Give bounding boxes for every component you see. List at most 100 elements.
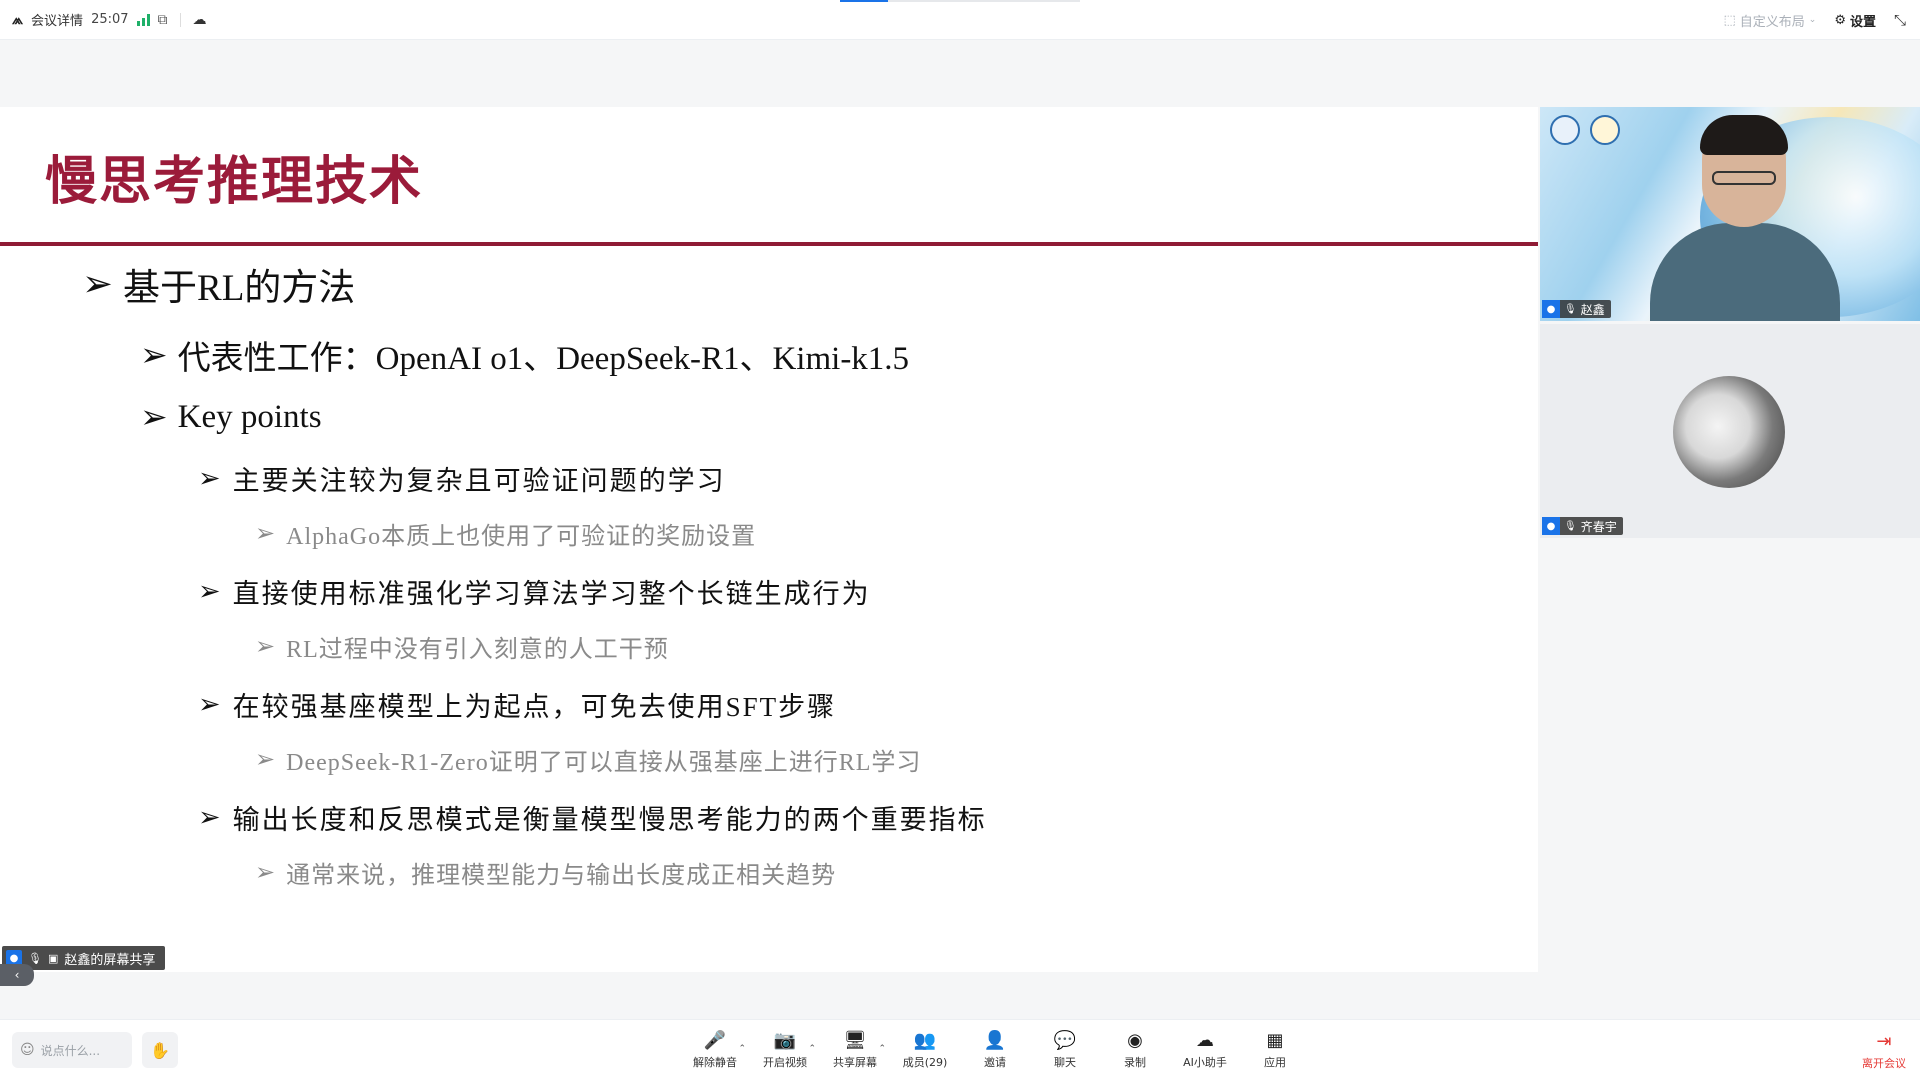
chevron-down-icon: ⌄ [1808, 15, 1817, 25]
participant-video-feed [1650, 115, 1840, 321]
participant-name-tag: ● 🎙 赵鑫 [1542, 300, 1611, 318]
screen-share-icon: ▣ [47, 951, 59, 965]
arrow-bullet-icon: ➢ [255, 860, 277, 886]
bullet-text: 基于RL的方法 [123, 268, 356, 309]
invite-icon: 👤 [983, 1030, 1007, 1051]
arrow-bullet-icon: ➢ [140, 400, 168, 436]
screen-share-label: 赵鑫的屏幕共享 [64, 952, 156, 968]
person-body [1650, 223, 1840, 321]
bullet-l3: ➢ 直接使用标准强化学习算法学习整个长链生成行为 [198, 572, 871, 611]
control-chat-button[interactable]: 💬 聊天 [1030, 1020, 1100, 1081]
collapse-toolbar-button[interactable]: ‹ [0, 964, 34, 986]
participant-name: 赵鑫 [1580, 302, 1605, 317]
control-label: 共享屏幕 [833, 1056, 877, 1069]
control-share-screen-button[interactable]: 🖥 共享屏幕 ⌃ [820, 1020, 890, 1081]
chat-icon: 💬 [1053, 1030, 1077, 1051]
custom-layout-label: 自定义布局 [1739, 14, 1805, 30]
mic-muted-icon: 🎙 [1564, 520, 1577, 532]
settings-label: 设置 [1849, 14, 1876, 30]
members-icon: 👥 [913, 1030, 937, 1051]
bullet-l4: ➢ DeepSeek-R1-Zero证明了可以直接从强基座上进行RL学习 [255, 742, 921, 777]
share-screen-icon: 🖥 [843, 1030, 867, 1051]
participant-video-tile[interactable]: ● 🎙 齐春宇 [1540, 324, 1920, 538]
bullet-text: 直接使用标准强化学习算法学习整个长链生成行为 [232, 579, 871, 609]
bullet-text: 主要关注较为复杂且可验证问题的学习 [232, 466, 726, 496]
person-hair [1700, 115, 1788, 155]
bullet-l3: ➢ 输出长度和反思模式是衡量模型慢思考能力的两个重要指标 [198, 798, 987, 837]
control-mic-off-button[interactable]: 🎤 解除静音 ⌃ [680, 1020, 750, 1081]
control-label: 邀请 [984, 1056, 1006, 1069]
mic-off-icon: 🎤 [703, 1030, 727, 1051]
popout-icon[interactable]: ⧉ [158, 12, 168, 28]
hand-icon: ✋ [150, 1040, 170, 1060]
bullet-l4: ➢ AlphaGo本质上也使用了可验证的奖励设置 [255, 516, 756, 551]
meeting-info: ⩕ 会议详情 25:07 ⧉ ☁ [12, 10, 207, 30]
control-label: 聊天 [1054, 1056, 1076, 1069]
arrow-bullet-icon: ➢ [198, 463, 223, 493]
bullet-l2: ➢ 代表性工作：OpenAI o1、DeepSeek-R1、Kimi-k1.5 [140, 331, 909, 379]
chevron-up-icon[interactable]: ⌃ [878, 1044, 886, 1054]
leave-meeting-button[interactable]: ⇥ 离开会议 [1862, 1020, 1906, 1081]
user-icon: ● [1542, 517, 1560, 535]
mic-icon: 🎙 [28, 951, 42, 965]
signal-strength-icon[interactable] [136, 13, 150, 26]
quick-chat-input[interactable]: ☺ 说点什么... [12, 1032, 132, 1068]
bullet-l3: ➢ 主要关注较为复杂且可验证问题的学习 [198, 459, 726, 498]
bottom-toolbar: ☺ 说点什么... ✋ 🎤 解除静音 ⌃ 📷 开启视频 ⌃ 🖥 共享屏幕 ⌃ 👥 成员(29) 👤 邀请… [0, 1019, 1920, 1080]
top-progress-fill [840, 0, 888, 2]
arrow-bullet-icon: ➢ [82, 264, 114, 305]
chevron-up-icon[interactable]: ⌃ [808, 1044, 816, 1054]
control-label: 解除静音 [693, 1056, 737, 1069]
control-apps-button[interactable]: ▦ 应用 [1240, 1020, 1310, 1081]
arrow-bullet-icon: ➢ [255, 747, 277, 773]
ai-assistant-icon: ☁ [1196, 1030, 1214, 1051]
raise-hand-button[interactable]: ✋ [142, 1032, 178, 1068]
participant-video-tile[interactable]: ● 🎙 赵鑫 [1540, 107, 1920, 321]
exit-fullscreen-icon[interactable]: ⤡ [1894, 11, 1906, 29]
top-progress-bar [840, 0, 1080, 2]
meeting-details-button[interactable]: 会议详情 [31, 10, 83, 29]
bullet-l3: ➢ 在较强基座模型上为起点，可免去使用SFT步骤 [198, 685, 836, 724]
chevron-up-icon[interactable]: ⌃ [738, 1044, 746, 1054]
avatar [1673, 376, 1785, 488]
top-bar: ⩕ 会议详情 25:07 ⧉ ☁ ⬚ 自定义布局 ⌄ ⚙ 设置 ⤡ [0, 0, 1920, 40]
custom-layout-button[interactable]: ⬚ 自定义布局 ⌄ [1723, 11, 1816, 30]
divider [179, 12, 181, 27]
participant-name-tag: ● 🎙 齐春宇 [1542, 517, 1623, 535]
arrow-bullet-icon: ➢ [255, 634, 277, 660]
leave-meeting-label: 离开会议 [1862, 1056, 1906, 1070]
arrow-bullet-icon: ➢ [198, 802, 223, 832]
bullet-text: 通常来说，推理模型能力与输出长度成正相关趋势 [286, 863, 837, 889]
control-label: 成员(29) [902, 1056, 948, 1069]
participant-name: 齐春宇 [1580, 519, 1617, 534]
title-divider [0, 242, 1538, 246]
emoji-icon[interactable]: ☺ [20, 1042, 35, 1058]
bullet-l1: ➢ 基于RL的方法 [82, 257, 355, 311]
arrow-bullet-icon: ➢ [198, 576, 223, 606]
control-label: AI小助手 [1183, 1056, 1227, 1069]
control-label: 开启视频 [763, 1056, 807, 1069]
apps-icon: ▦ [1266, 1030, 1284, 1051]
control-camera-off-button[interactable]: 📷 开启视频 ⌃ [750, 1020, 820, 1081]
meeting-controls: 🎤 解除静音 ⌃ 📷 开启视频 ⌃ 🖥 共享屏幕 ⌃ 👥 成员(29) 👤 邀请 💬 聊天 ◉ 录制 ☁ AI小助手… [680, 1020, 1310, 1081]
person-glasses [1712, 171, 1776, 185]
bullet-text: 在较强基座模型上为起点，可免去使用SFT步骤 [232, 692, 837, 722]
control-members-button[interactable]: 👥 成员(29) [890, 1020, 960, 1081]
bullet-text: DeepSeek-R1-Zero证明了可以直接从强基座上进行RL学习 [286, 750, 922, 776]
control-invite-button[interactable]: 👤 邀请 [960, 1020, 1030, 1081]
control-record-button[interactable]: ◉ 录制 [1100, 1020, 1170, 1081]
record-icon: ◉ [1127, 1030, 1143, 1051]
gear-icon: ⚙ [1834, 12, 1846, 28]
control-ai-assistant-button[interactable]: ☁ AI小助手 [1170, 1020, 1240, 1081]
bullet-text: AlphaGo本质上也使用了可验证的奖励设置 [286, 524, 757, 550]
cloud-icon[interactable]: ☁ [193, 12, 207, 28]
arrow-bullet-icon: ➢ [198, 689, 223, 719]
layout-icon: ⬚ [1723, 12, 1736, 28]
meeting-timer: 25:07 [91, 12, 129, 27]
shared-screen-slide: 慢思考推理技术 ➢ 基于RL的方法 ➢ 代表性工作：OpenAI o1、Deep… [0, 107, 1538, 972]
settings-button[interactable]: ⚙ 设置 [1834, 11, 1876, 30]
chevron-left-icon: ‹ [14, 968, 20, 982]
slide-title: 慢思考推理技术 [45, 152, 424, 212]
exit-icon: ⇥ [1876, 1030, 1892, 1052]
top-right-controls: ⬚ 自定义布局 ⌄ ⚙ 设置 ⤡ [1723, 0, 1906, 40]
